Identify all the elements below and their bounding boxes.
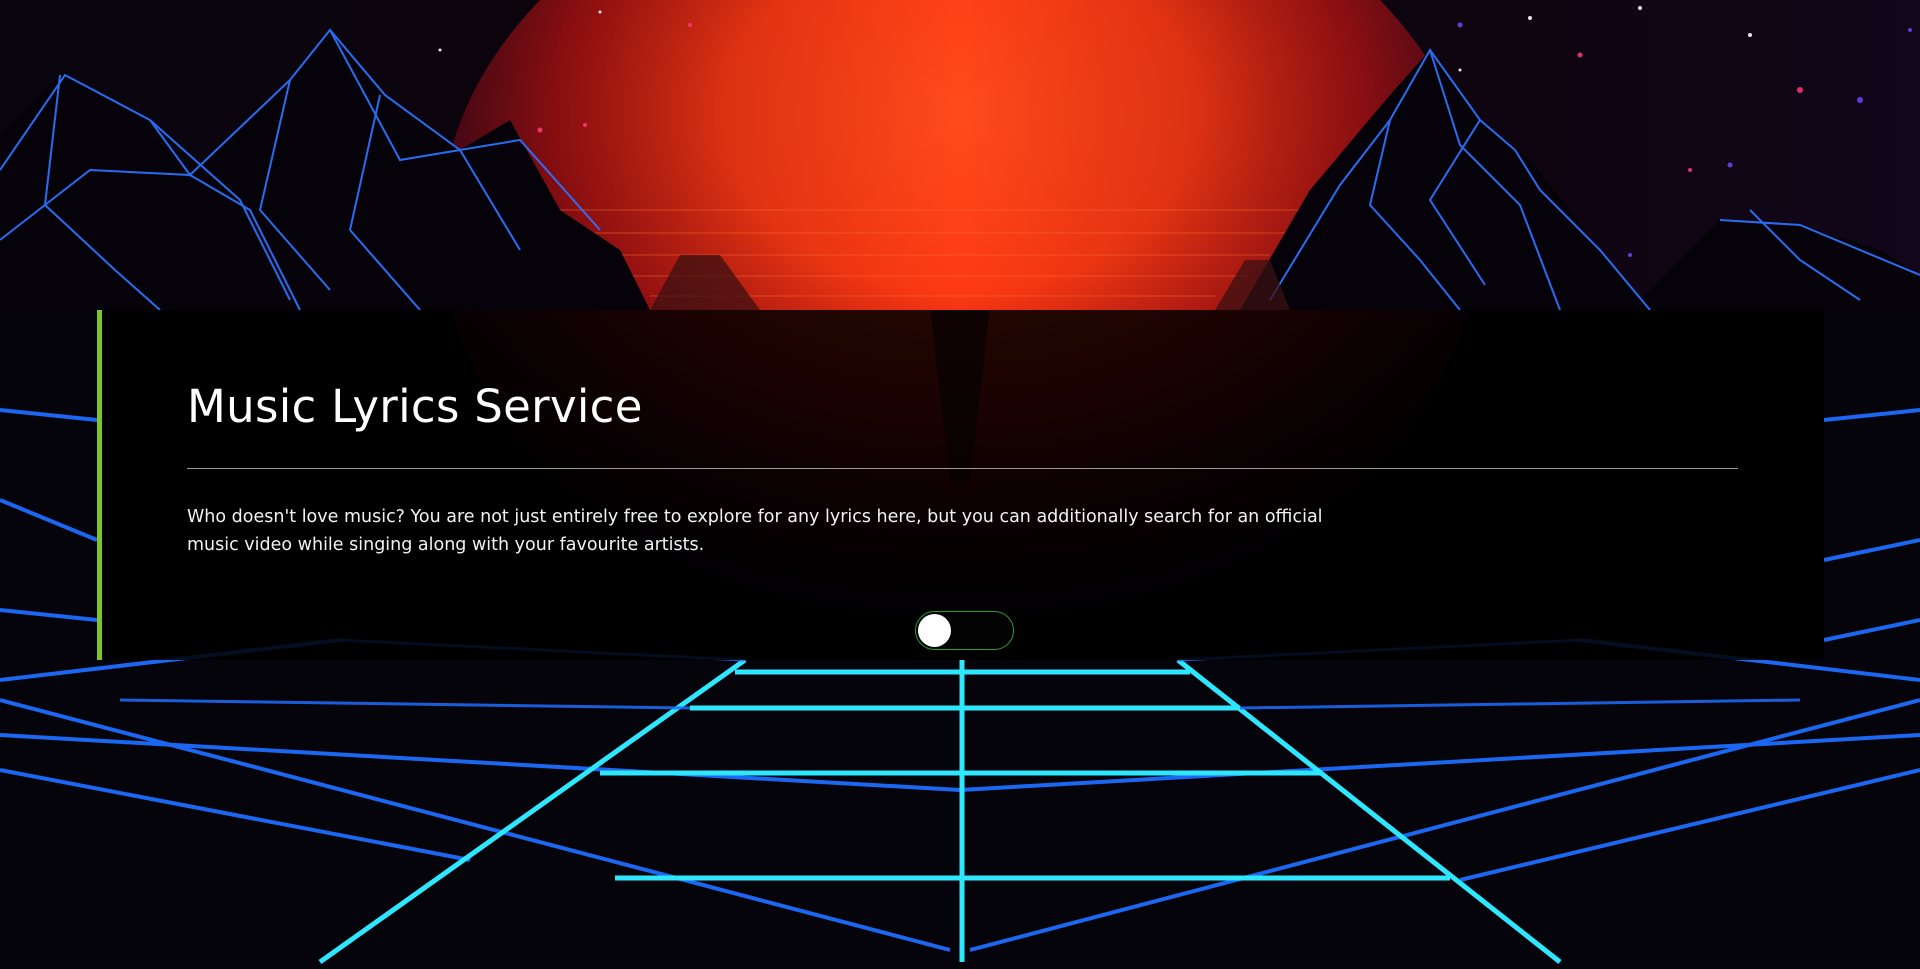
page-root: Music Lyrics Service Who doesn't love mu… [0, 0, 1920, 969]
hero-description: Who doesn't love music? You are not just… [187, 507, 1323, 555]
title-divider [187, 468, 1738, 469]
hero-panel: Music Lyrics Service Who doesn't love mu… [97, 310, 1824, 660]
toggle-switch[interactable] [915, 611, 1014, 650]
toggle-knob [918, 614, 951, 647]
page-title: Music Lyrics Service [187, 380, 643, 433]
